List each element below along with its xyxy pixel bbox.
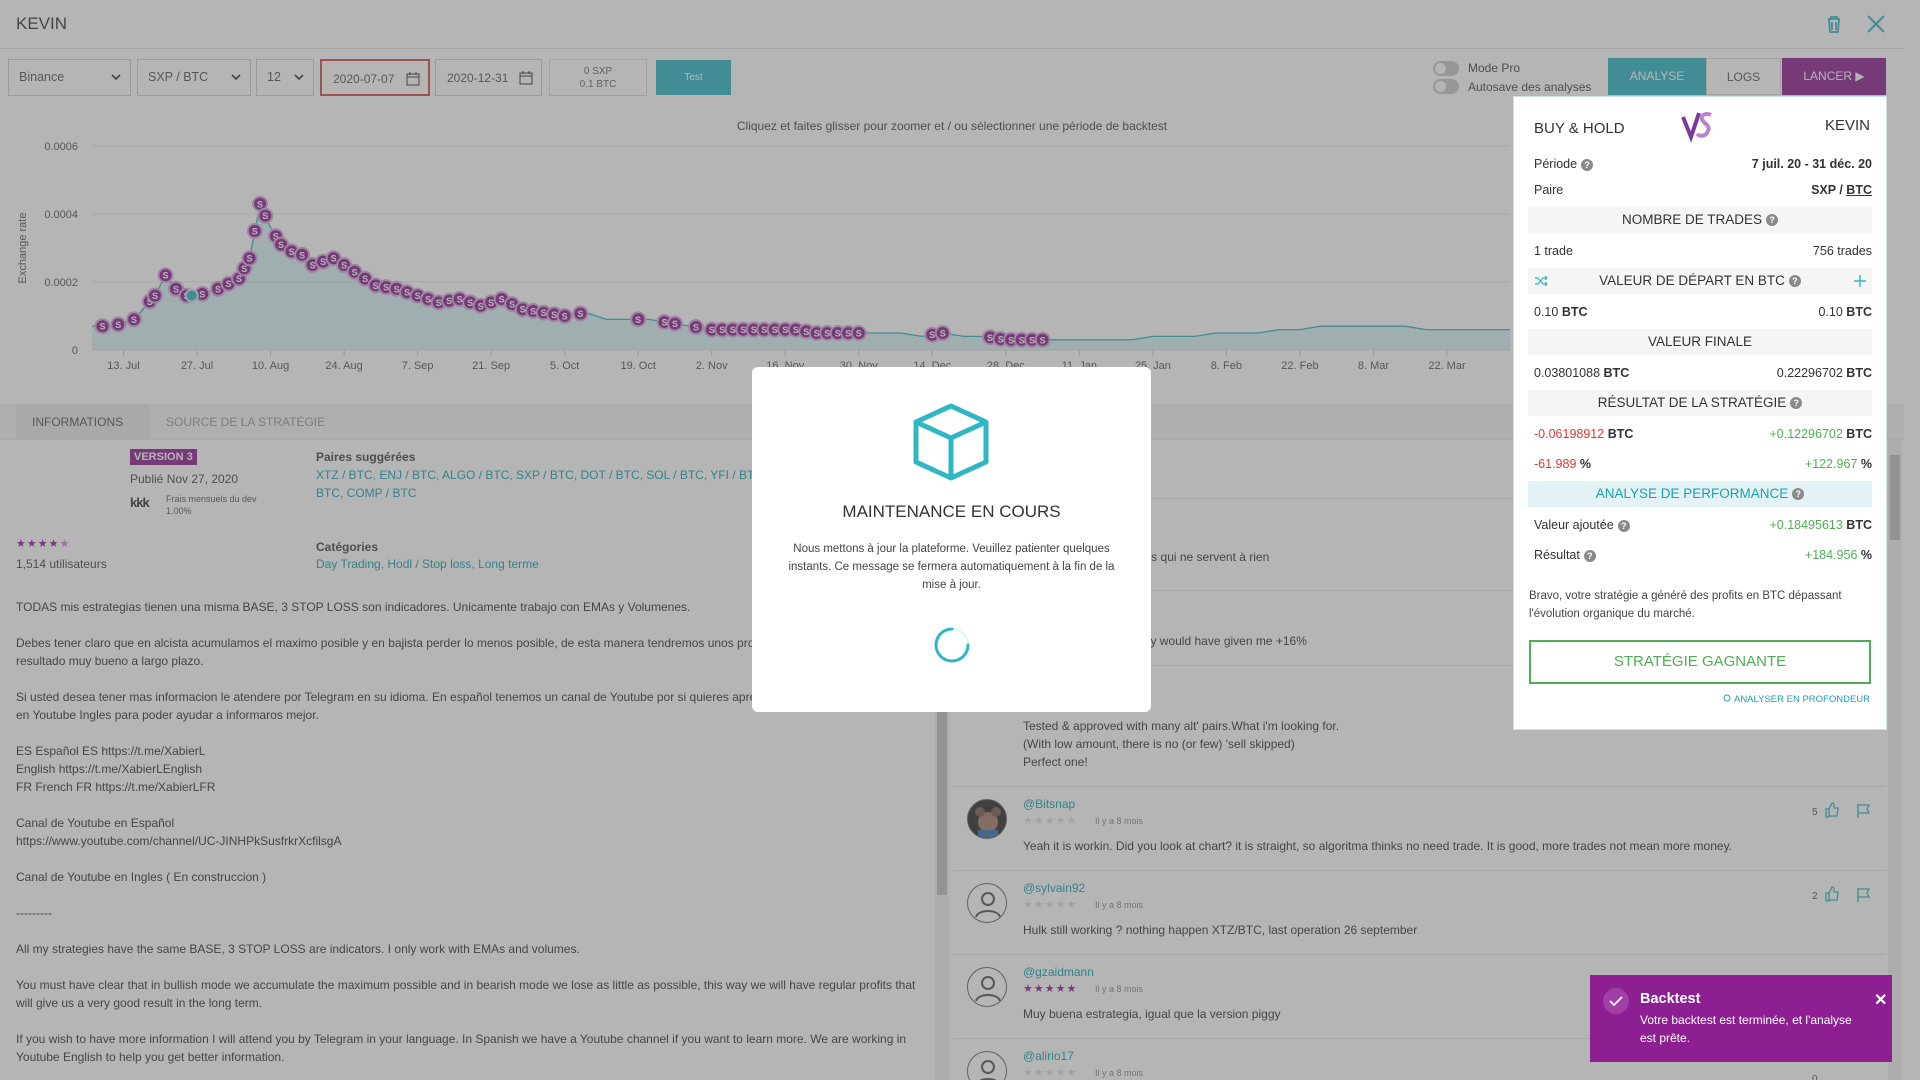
resultat-value: +184.956 <box>1804 548 1858 562</box>
loading-spinner-icon <box>934 627 970 663</box>
strategy-logo-icon <box>1681 111 1712 143</box>
check-circle-icon <box>1603 988 1629 1014</box>
trades-row: 1 trade 756 trades <box>1534 244 1872 258</box>
unit: BTC <box>1846 518 1872 532</box>
toast-message: Votre backtest est terminée, et l'analys… <box>1640 1011 1852 1047</box>
help-icon[interactable]: ? <box>1790 397 1803 410</box>
panel-title: BUY & HOLD <box>1534 120 1625 137</box>
modal-line: instants. Ce message se fermera automati… <box>788 561 1115 573</box>
shuffle-icon[interactable] <box>1534 275 1548 287</box>
added-label: Valeur ajoutée <box>1534 518 1614 532</box>
paire-row: Paire SXP / BTC <box>1534 183 1872 197</box>
trades-left: 1 trade <box>1534 244 1573 258</box>
winning-strategy-badge: STRATÉGIE GAGNANTE <box>1529 640 1871 684</box>
trades-right: 756 trades <box>1812 244 1872 258</box>
periode-row: Période? 7 juil. 20 - 31 déc. 20 <box>1534 157 1872 171</box>
pct-right: +122.967 <box>1804 457 1858 471</box>
start-value-header: VALEUR DE DÉPART EN BTC? <box>1528 268 1872 294</box>
plus-icon[interactable] <box>1854 275 1866 287</box>
performance-header: ANALYSE DE PERFORMANCE? <box>1528 481 1872 507</box>
maintenance-modal: MAINTENANCE EN COURS Nous mettons à jour… <box>752 367 1151 712</box>
unit: BTC <box>1846 427 1872 441</box>
toast-title: Backtest <box>1640 991 1701 1007</box>
start-header-label: VALEUR DE DÉPART EN BTC <box>1599 273 1785 288</box>
final-value-row: 0.03801088 BTC 0.22296702 BTC <box>1534 366 1872 380</box>
help-icon[interactable]: ? <box>1788 275 1801 288</box>
help-icon[interactable]: ? <box>1581 158 1594 171</box>
trades-header: NOMBRE DE TRADES? <box>1528 207 1872 233</box>
deep-link-label: ANALYSER EN PROFONDEUR <box>1733 694 1870 705</box>
analyze-deep-link[interactable]: ANALYSER EN PROFONDEUR <box>1723 694 1870 705</box>
modal-line: Nous mettons à jour la plateforme. Veuil… <box>793 543 1110 555</box>
perf-header-label: ANALYSE DE PERFORMANCE <box>1595 486 1789 501</box>
pct-unit: % <box>1860 548 1872 562</box>
trades-header-label: NOMBRE DE TRADES <box>1621 212 1763 227</box>
search-icon <box>1723 694 1731 702</box>
paire-base: SXP / <box>1811 183 1847 197</box>
modal-title: MAINTENANCE EN COURS <box>842 502 1061 521</box>
start-value-row: 0.10 BTC 0.10 BTC <box>1534 305 1872 319</box>
bravo-message: Bravo, votre stratégie a généré des prof… <box>1529 587 1842 623</box>
final-right: 0.22296702 <box>1776 366 1843 380</box>
paire-label: Paire <box>1534 183 1564 197</box>
result-header-label: RÉSULTAT DE LA STRATÉGIE <box>1597 395 1787 410</box>
unit: BTC <box>1846 305 1872 319</box>
unit: BTC <box>1603 366 1630 380</box>
toast-close-icon[interactable]: ✕ <box>1874 990 1887 1010</box>
box-icon <box>913 403 989 481</box>
added-value-row: Valeur ajoutée? +0.18495613 BTC <box>1534 518 1872 532</box>
periode-value: 7 juil. 20 - 31 déc. 20 <box>1751 157 1872 171</box>
result-row: -0.06198912 BTC +0.12296702 BTC <box>1534 427 1872 441</box>
final-left: 0.03801088 <box>1534 366 1601 380</box>
help-icon[interactable]: ? <box>1617 519 1630 532</box>
panel-user: KEVIN <box>1824 117 1870 134</box>
pct-unit: % <box>1860 457 1872 471</box>
pct-left: -61.989 <box>1534 457 1577 471</box>
result-right: +0.12296702 <box>1769 427 1843 441</box>
toast-line: Votre backtest est terminée, et l'analys… <box>1640 1013 1852 1027</box>
bravo-line: l'évolution organique du marché. <box>1529 608 1695 620</box>
final-value-header: VALEUR FINALE <box>1528 329 1872 355</box>
modal-message: Nous mettons à jour la plateforme. Veuil… <box>752 540 1151 594</box>
help-icon[interactable]: ? <box>1792 488 1805 501</box>
paire-quote[interactable]: BTC <box>1846 183 1872 197</box>
unit: BTC <box>1561 305 1588 319</box>
result-header: RÉSULTAT DE LA STRATÉGIE? <box>1528 390 1872 416</box>
backtest-toast: Backtest Votre backtest est terminée, et… <box>1590 975 1892 1062</box>
help-icon[interactable]: ? <box>1583 549 1596 562</box>
toast-line: est prête. <box>1640 1031 1691 1045</box>
result-left: -0.06198912 <box>1534 427 1605 441</box>
periode-label: Période <box>1534 157 1578 171</box>
resultat-row: Résultat? +184.956 % <box>1534 548 1872 562</box>
analysis-panel: BUY & HOLD KEVIN Période? 7 juil. 20 - 3… <box>1513 96 1887 730</box>
added-value: +0.18495613 <box>1769 518 1843 532</box>
bravo-line: Bravo, votre stratégie a généré des prof… <box>1529 590 1842 602</box>
unit: BTC <box>1846 366 1872 380</box>
result-pct-row: -61.989 % +122.967 % <box>1534 457 1872 471</box>
pct-unit: % <box>1579 457 1592 471</box>
start-left: 0.10 <box>1534 305 1559 319</box>
start-right: 0.10 <box>1818 305 1843 319</box>
resultat-label: Résultat <box>1534 548 1580 562</box>
unit: BTC <box>1607 427 1634 441</box>
modal-line: mise à jour. <box>922 579 981 591</box>
help-icon[interactable]: ? <box>1766 214 1779 227</box>
